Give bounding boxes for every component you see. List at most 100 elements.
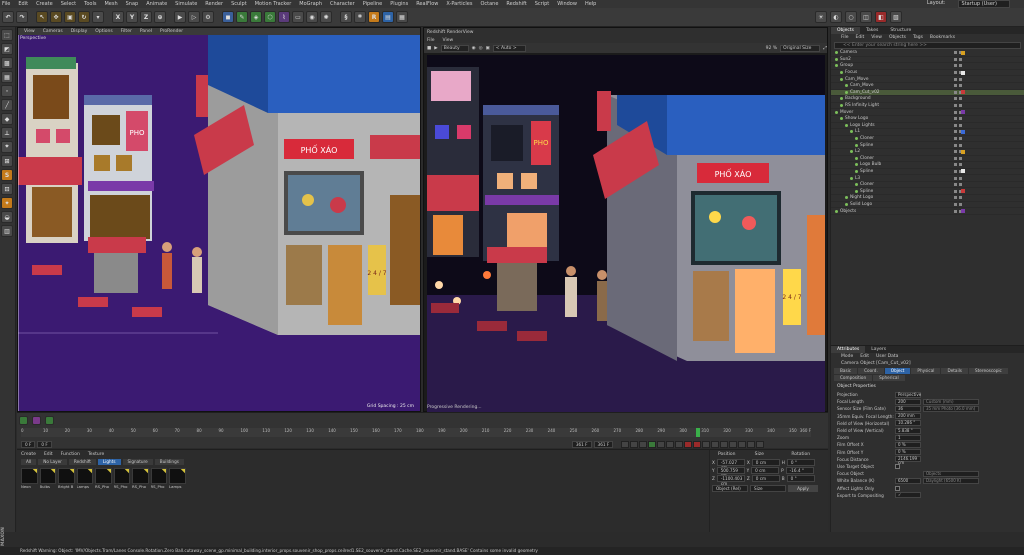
coordinate-field[interactable]: -1100.403 cm	[716, 474, 745, 486]
attribute-value-field[interactable]: 2146.199 cm	[895, 456, 921, 465]
keyframe-selection-icon[interactable]	[702, 440, 711, 448]
object-row[interactable]: Mover	[831, 109, 1024, 116]
solo-icon[interactable]: S	[1, 169, 13, 181]
rv-stop-icon[interactable]: ■	[427, 46, 431, 51]
attribute-preset-dropdown[interactable]: 35 mm Photo (36.0 mm)	[923, 405, 979, 412]
workplane-icon[interactable]: ▦	[1, 71, 13, 83]
physical-sky-icon[interactable]: ▧	[890, 11, 902, 23]
render-view-icon[interactable]: ▶	[174, 11, 186, 23]
object-name[interactable]: Cloner	[860, 136, 874, 141]
filter-lights[interactable]: Lights	[97, 458, 121, 465]
keyframe-add-icon[interactable]	[19, 416, 28, 425]
menu-simulate[interactable]: Simulate	[175, 1, 197, 7]
menu-animate[interactable]: Animate	[146, 1, 167, 7]
material-item[interactable]: Lamps	[169, 468, 186, 489]
menu-create[interactable]: Create	[36, 1, 53, 7]
object-row[interactable]: Solid Logo	[831, 202, 1024, 209]
object-tags-icon[interactable]	[961, 129, 965, 134]
coordinate-field[interactable]: 0 °	[786, 458, 815, 466]
object-name[interactable]: Solid Logo	[850, 202, 872, 207]
previous-frame-icon[interactable]	[639, 440, 648, 448]
menu-octane[interactable]: Octane	[480, 1, 498, 7]
om-menu-bookmarks[interactable]: Bookmarks	[930, 35, 955, 40]
apply-button[interactable]: Apply	[788, 484, 818, 492]
live-select-icon[interactable]: ↖	[36, 11, 48, 23]
preview-start-field[interactable]: 0 F	[37, 440, 52, 448]
go-to-start-icon[interactable]	[621, 440, 630, 448]
attribute-checkbox[interactable]	[895, 485, 900, 491]
attribute-preset-dropdown[interactable]: Daylight (6500 K)	[923, 477, 979, 484]
object-row[interactable]: L1	[831, 129, 1024, 136]
redshift-renderview[interactable]: Redshift RenderView File View ■ ▶ Beauty…	[423, 27, 828, 425]
object-row[interactable]: Focus	[831, 70, 1024, 77]
redshift-settings-icon[interactable]: ▦	[396, 11, 408, 23]
menu-snap[interactable]: Snap	[126, 1, 139, 7]
attribute-value-field[interactable]: 36	[895, 405, 921, 412]
menu-select[interactable]: Select	[61, 1, 76, 7]
size-dropdown[interactable]: Original Size	[780, 44, 821, 52]
visibility-flags-icon[interactable]	[954, 64, 962, 68]
visibility-flags-icon[interactable]	[954, 97, 962, 101]
object-row[interactable]: Show Logo	[831, 116, 1024, 123]
attribute-value-field[interactable]: 1	[895, 434, 921, 441]
light-icon[interactable]: ✺	[320, 11, 332, 23]
object-name[interactable]: Logo Lights	[850, 123, 875, 128]
axis-y-button[interactable]: Y	[126, 11, 138, 23]
attribute-preset-dropdown[interactable]: Custom (mm)	[923, 398, 979, 405]
timeline-ruler[interactable]: 0 10 20 30 40 50 60 70 80 90 100 110 120 130 140 150 160…	[21, 428, 811, 437]
points-mode-icon[interactable]: ·	[1, 85, 13, 97]
subdivision-icon[interactable]: ◈	[250, 11, 262, 23]
coordinate-field[interactable]: 0 cm	[751, 474, 780, 482]
attribute-checkbox[interactable]	[895, 463, 900, 469]
object-name[interactable]: Logo Bulb	[860, 162, 881, 167]
coordinate-field[interactable]: 0 cm	[751, 466, 780, 474]
menu-pipeline[interactable]: Pipeline	[363, 1, 383, 7]
recent-tools-icon[interactable]: ▾	[92, 11, 104, 23]
object-name[interactable]: Spline	[860, 169, 873, 174]
object-row[interactable]: Logo Bulb	[831, 162, 1024, 169]
render-settings-icon[interactable]: ⚙	[202, 11, 214, 23]
visibility-flags-icon[interactable]	[954, 104, 962, 108]
attribute-value-field[interactable]: Perspective	[895, 391, 921, 398]
xpresso-icon[interactable]: ⌗	[354, 11, 366, 23]
object-row[interactable]: Group	[831, 63, 1024, 70]
array-icon[interactable]: ⬡	[264, 11, 276, 23]
filter-redshift[interactable]: Redshift	[68, 458, 96, 465]
visibility-flags-icon[interactable]	[954, 57, 962, 61]
filter-signature[interactable]: Signature	[122, 458, 153, 465]
object-name[interactable]: RS Infinity Light	[845, 103, 879, 108]
material-item[interactable]: RS_Pho	[113, 468, 130, 489]
attribute-value-field[interactable]: ✓	[895, 492, 921, 499]
preview-end-field[interactable]: 361 F	[571, 440, 592, 448]
material-item[interactable]: RS_Pho	[95, 468, 112, 489]
previous-key-icon[interactable]	[630, 440, 639, 448]
menu-window[interactable]: Window	[557, 1, 577, 7]
autokey-icon[interactable]	[693, 440, 702, 448]
redshift-view-icon[interactable]: ▤	[382, 11, 394, 23]
tweak-mode-icon[interactable]: ⌖	[1, 141, 13, 153]
redshift-icon[interactable]: R	[368, 11, 380, 23]
scale-icon[interactable]: ▣	[64, 11, 76, 23]
at-menu-userdata[interactable]: User Data	[876, 354, 898, 359]
mm-menu-create[interactable]: Create	[21, 452, 36, 457]
subtab-details[interactable]: Details	[941, 368, 968, 374]
menu-script[interactable]: Script	[535, 1, 550, 7]
vp-menu-panel[interactable]: Panel	[140, 29, 152, 34]
object-row[interactable]: RS Infinity Light	[831, 103, 1024, 110]
rv-menu-file[interactable]: File	[427, 38, 435, 43]
object-name[interactable]: Cloner	[860, 182, 874, 187]
rv-play-icon[interactable]: ▶	[434, 46, 437, 51]
subtab-composition[interactable]: Composition	[834, 375, 873, 381]
move-icon[interactable]: ✥	[50, 11, 62, 23]
object-row[interactable]: Spline	[831, 142, 1024, 149]
camera-icon[interactable]: ◉	[306, 11, 318, 23]
menu-sculpt[interactable]: Sculpt	[231, 1, 247, 7]
rotate-icon[interactable]: ↻	[78, 11, 90, 23]
om-menu-tags[interactable]: Tags	[913, 35, 923, 40]
menu-file[interactable]: File	[2, 1, 10, 7]
param-key-icon[interactable]	[738, 440, 747, 448]
menu-mesh[interactable]: Mesh	[104, 1, 117, 7]
python-icon[interactable]: §	[340, 11, 352, 23]
menu-tools[interactable]: Tools	[84, 1, 96, 7]
start-frame-field[interactable]: 0 F	[21, 440, 36, 448]
